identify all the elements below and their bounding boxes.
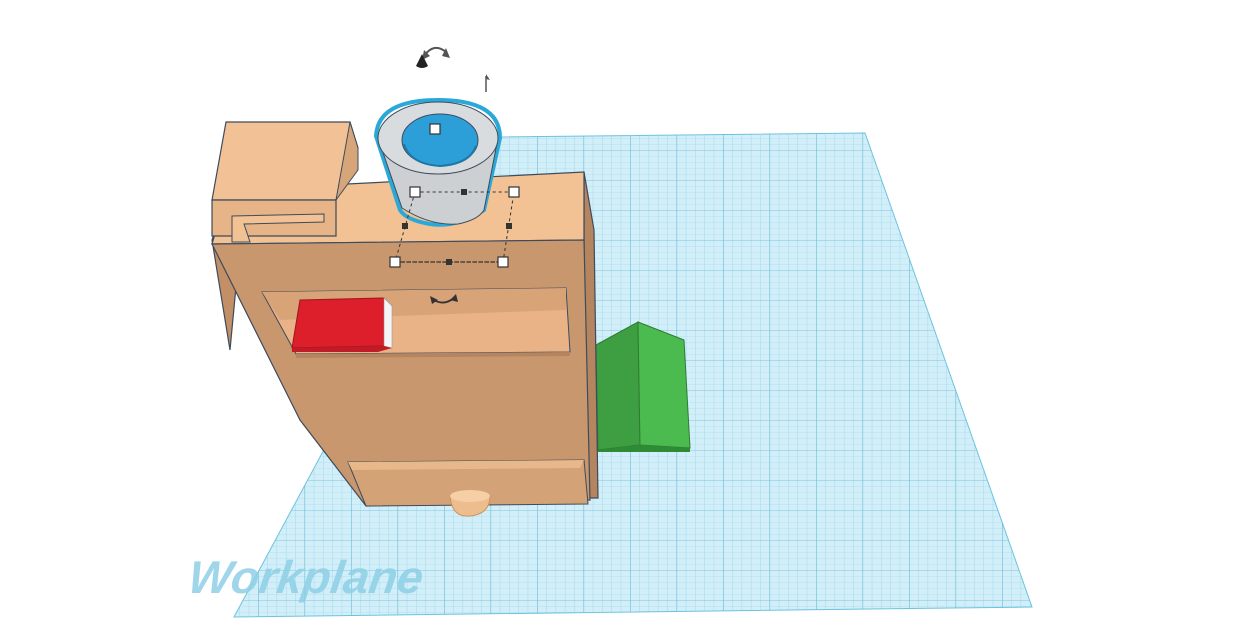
handle-top <box>429 123 441 135</box>
small-box[interactable] <box>211 121 359 243</box>
handle-back-left <box>409 186 421 198</box>
handle-back-right <box>508 186 520 198</box>
red-book[interactable] <box>291 297 393 352</box>
3d-viewport[interactable]: Workplane <box>0 0 1260 625</box>
handle-mid-back <box>461 189 467 195</box>
green-ramp[interactable] <box>595 321 691 452</box>
handle-front-right <box>497 256 509 268</box>
handle-mid-right <box>506 223 512 229</box>
handle-mid-left <box>402 223 408 229</box>
lift-arrow-icon[interactable] <box>485 74 490 92</box>
rotate-icon[interactable] <box>422 46 450 60</box>
handle-front-left <box>389 256 401 268</box>
handle-mid-front <box>446 259 452 265</box>
workplane-label: Workplane <box>185 551 427 603</box>
